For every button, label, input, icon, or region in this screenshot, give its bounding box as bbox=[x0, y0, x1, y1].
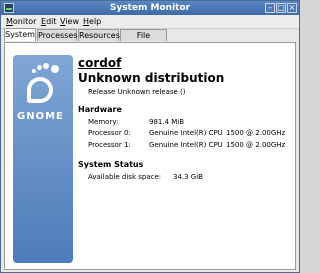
maximize-icon[interactable]: □ bbox=[276, 3, 286, 13]
menu-view-label: iew bbox=[65, 17, 79, 26]
memory-value: 981.4 MiB bbox=[149, 118, 185, 126]
disk-space-label: Available disk space: bbox=[88, 173, 162, 181]
gnome-toe-3 bbox=[37, 65, 42, 70]
gnome-logo-text: GNOME bbox=[17, 111, 64, 122]
close-icon[interactable]: × bbox=[287, 3, 297, 13]
processor-0-speed: 1500 @ 2.00GHz bbox=[226, 129, 286, 137]
system-status-heading: System Status bbox=[78, 160, 144, 169]
processor-0-model: Genuine Intel(R) CPU bbox=[149, 129, 223, 137]
gnome-toe-4 bbox=[32, 69, 36, 73]
hardware-heading: Hardware bbox=[78, 105, 122, 114]
processor-1-model: Genuine Intel(R) CPU bbox=[149, 141, 223, 149]
gnome-foot-icon bbox=[27, 77, 53, 103]
release-info: Release Unknown release () bbox=[88, 88, 186, 96]
tab-system[interactable]: System bbox=[4, 28, 36, 41]
processor-0-label: Processor 0: bbox=[88, 129, 131, 137]
gnome-logo: GNOME bbox=[13, 55, 73, 263]
menu-bar: Monitor Edit View Help bbox=[1, 15, 299, 29]
disk-space-value: 34.3 GiB bbox=[173, 173, 203, 181]
tab-resources[interactable]: Resources bbox=[78, 29, 120, 41]
system-tab-panel: GNOME cordof Unknown distribution Releas… bbox=[4, 42, 296, 270]
tab-file-systems[interactable]: File Systems bbox=[120, 29, 167, 52]
menu-edit[interactable]: Edit bbox=[41, 16, 57, 27]
hostname: cordof bbox=[78, 56, 122, 70]
menu-help-label: elp bbox=[89, 17, 102, 26]
menu-help[interactable]: Help bbox=[83, 16, 101, 27]
memory-label: Memory: bbox=[88, 118, 119, 126]
menu-monitor-mnemonic: M bbox=[6, 17, 13, 26]
processor-1-label: Processor 1: bbox=[88, 141, 131, 149]
menu-monitor-label: onitor bbox=[12, 17, 37, 26]
tab-processes[interactable]: Processes bbox=[37, 29, 77, 41]
minimize-icon[interactable]: – bbox=[265, 3, 275, 13]
menu-view[interactable]: View bbox=[60, 16, 79, 27]
gnome-toe-2 bbox=[43, 63, 49, 69]
menu-monitor[interactable]: Monitor bbox=[6, 16, 36, 27]
processor-1-speed: 1500 @ 2.00GHz bbox=[226, 141, 286, 149]
distribution-name: Unknown distribution bbox=[78, 71, 225, 85]
gnome-toe-1 bbox=[51, 65, 59, 73]
menu-edit-label: dit bbox=[46, 17, 57, 26]
title-bar[interactable]: System Monitor – □ × bbox=[1, 1, 299, 15]
system-monitor-window: System Monitor – □ × Monitor Edit View H… bbox=[0, 0, 300, 273]
tab-bar: System Processes Resources File Systems bbox=[4, 28, 298, 52]
window-title: System Monitor bbox=[109, 3, 191, 13]
